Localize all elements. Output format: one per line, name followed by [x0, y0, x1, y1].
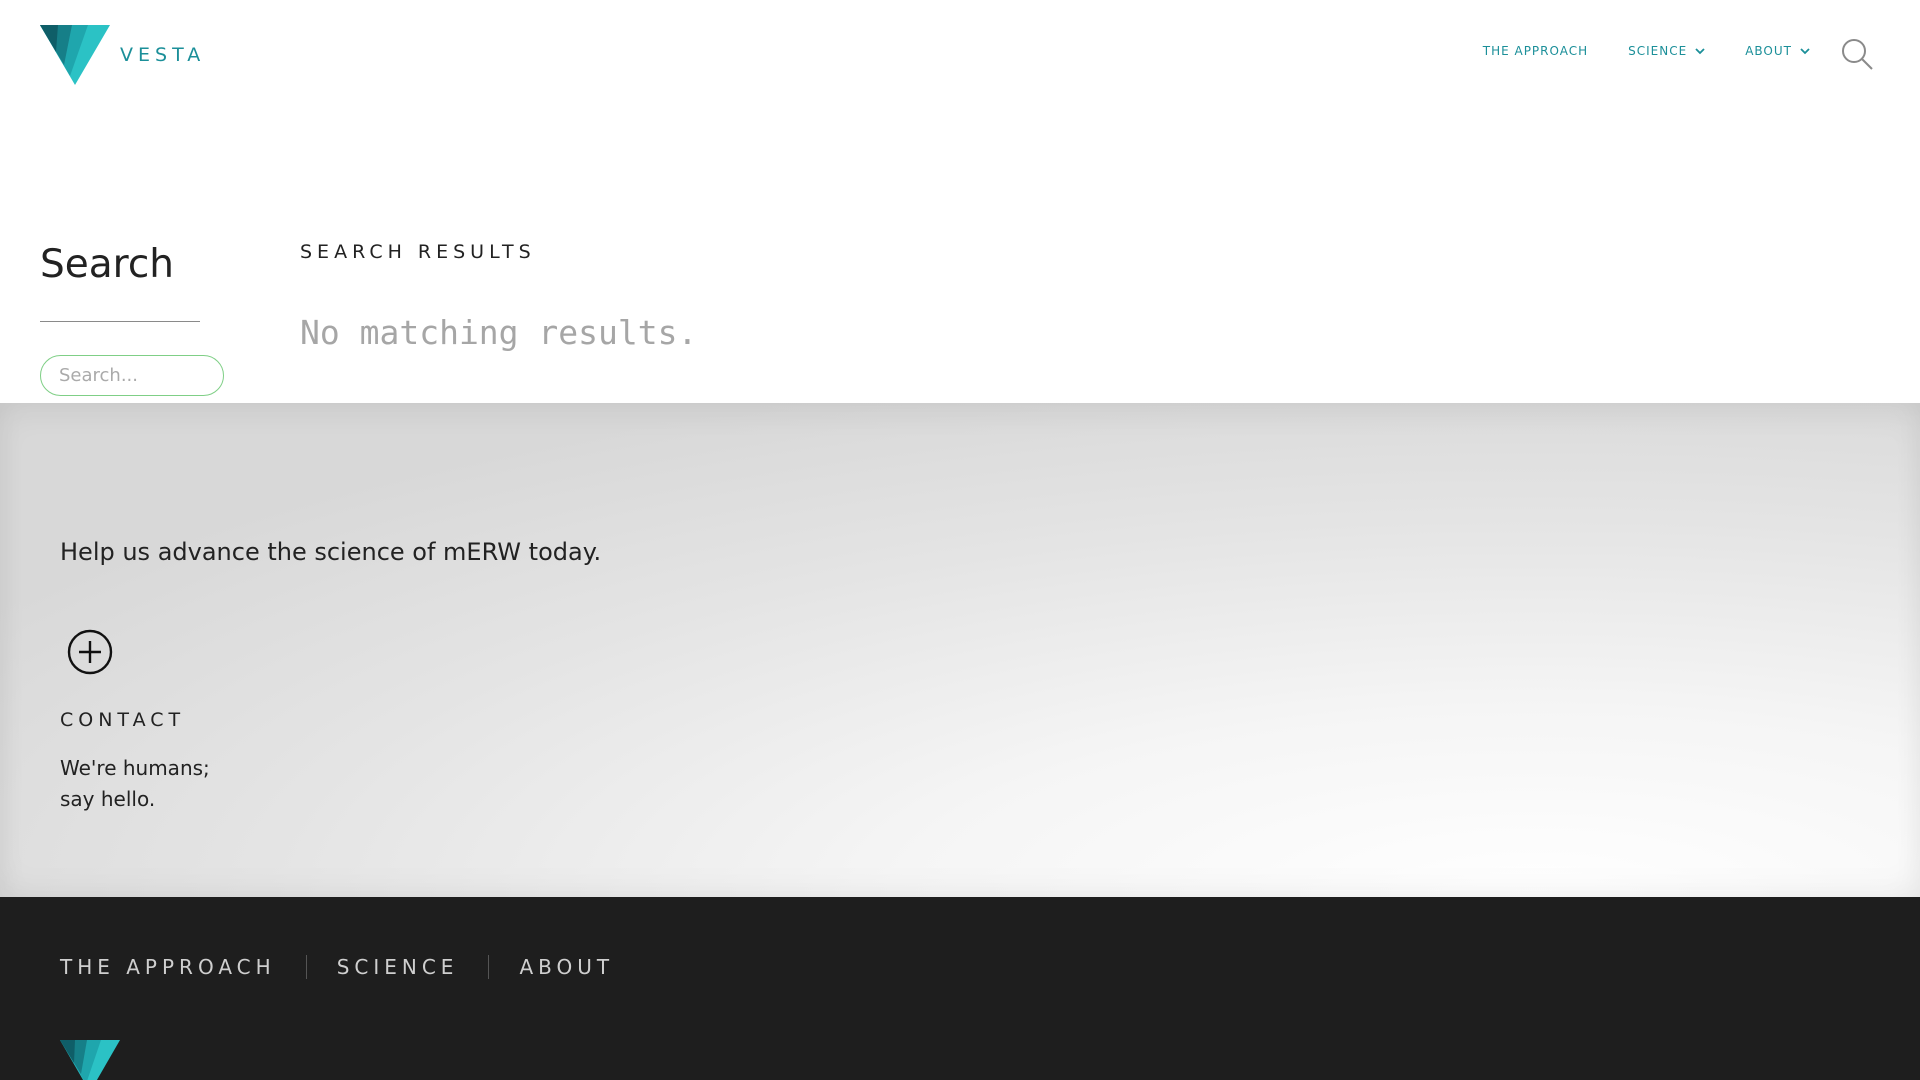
search-input[interactable] [40, 355, 224, 396]
site-header: VESTA THE APPROACH SCIENCE ABOUT [0, 0, 1920, 110]
plus-circle-icon[interactable] [67, 629, 113, 675]
cta-section: Help us advance the science of mERW toda… [0, 403, 1920, 897]
page-title: Search [40, 242, 174, 287]
no-results-message: No matching results. [300, 313, 698, 352]
nav-science[interactable]: SCIENCE [1628, 44, 1705, 58]
nav-label: THE APPROACH [1482, 44, 1589, 58]
page: VESTA THE APPROACH SCIENCE ABOUT Search … [0, 0, 1920, 1080]
cta-text: Help us advance the science of mERW toda… [60, 538, 602, 566]
site-footer: THE APPROACH SCIENCE ABOUT [0, 897, 1920, 1080]
footer-link-science[interactable]: SCIENCE [337, 955, 459, 979]
vesta-triangle-icon[interactable] [60, 1040, 120, 1080]
footer-divider [488, 955, 490, 979]
footer-nav: THE APPROACH SCIENCE ABOUT [60, 955, 614, 979]
nav-the-approach[interactable]: THE APPROACH [1483, 44, 1588, 58]
main-nav: THE APPROACH SCIENCE ABOUT [1443, 44, 1810, 58]
vesta-logo[interactable]: VESTA [40, 25, 205, 85]
chevron-down-icon [1695, 48, 1705, 55]
nav-label: SCIENCE [1628, 44, 1688, 58]
contact-line: We're humans; [60, 756, 210, 780]
contact-heading: CONTACT [60, 709, 186, 731]
footer-link-about[interactable]: ABOUT [519, 955, 614, 979]
nav-about[interactable]: ABOUT [1745, 44, 1810, 58]
footer-link-the-approach[interactable]: THE APPROACH [60, 955, 276, 979]
search-icon[interactable] [1840, 37, 1874, 71]
nav-label: ABOUT [1745, 44, 1792, 58]
chevron-down-icon [1800, 48, 1810, 55]
results-heading: SEARCH RESULTS [300, 241, 536, 263]
contact-line: say hello. [60, 787, 156, 811]
footer-divider [305, 955, 307, 979]
vesta-triangle-icon [40, 25, 110, 85]
title-divider [40, 321, 200, 322]
brand-name: VESTA [120, 44, 206, 66]
